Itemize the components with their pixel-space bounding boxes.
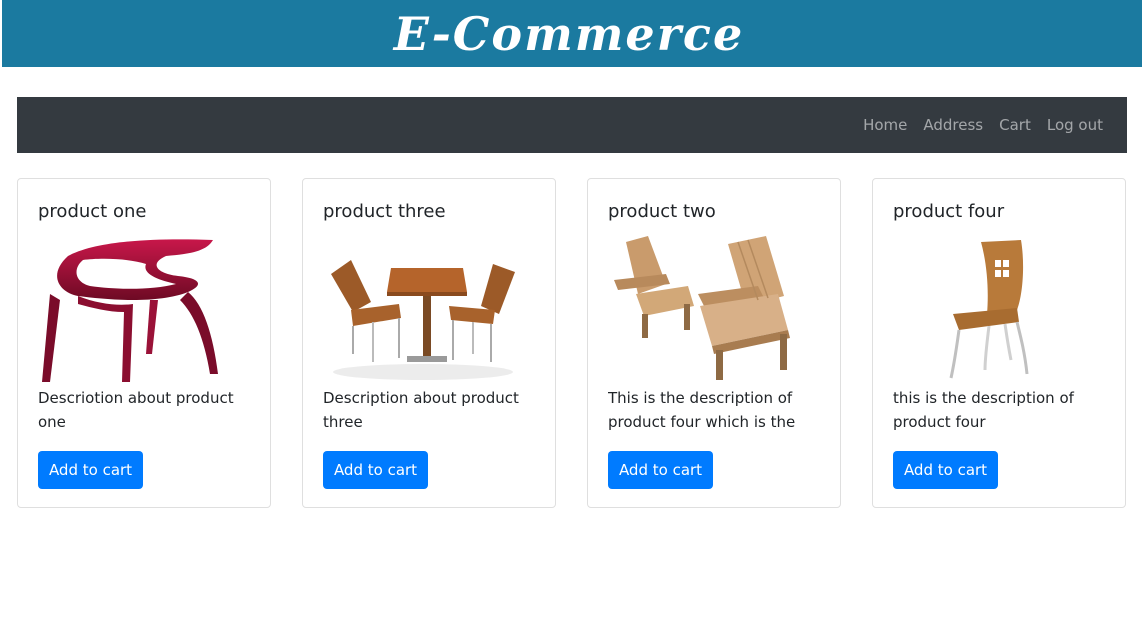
wooden-chair-image	[949, 240, 1029, 379]
product-description: this is the description of product four	[893, 389, 1074, 431]
add-to-cart-button[interactable]: Add to cart	[323, 451, 428, 489]
nav-link-address[interactable]: Address	[923, 116, 983, 134]
nav-link-cart[interactable]: Cart	[999, 116, 1031, 134]
nav-link-logout[interactable]: Log out	[1047, 116, 1103, 134]
product-card: product one Descriotion about product on…	[17, 178, 271, 508]
product-title: product three	[323, 201, 446, 222]
nav-link-home[interactable]: Home	[863, 116, 907, 134]
patio-table-set-image	[331, 260, 515, 380]
product-card: product four this is the description of …	[872, 178, 1126, 508]
product-title: product one	[38, 201, 147, 222]
product-title: product two	[608, 201, 716, 222]
adirondack-chairs-image	[614, 236, 790, 380]
site-logo-title: E-Commerce	[393, 6, 745, 61]
add-to-cart-button[interactable]: Add to cart	[38, 451, 143, 489]
add-to-cart-button[interactable]: Add to cart	[608, 451, 713, 489]
add-to-cart-button[interactable]: Add to cart	[893, 451, 998, 489]
product-title: product four	[893, 201, 1005, 222]
product-card: product three Description about product …	[302, 178, 556, 508]
navbar: Home Address Cart Log out	[17, 97, 1127, 153]
product-description: Descriotion about product one	[38, 389, 234, 431]
product-description: Description about product three	[323, 389, 519, 431]
product-card: product two This is the description of p…	[587, 178, 841, 508]
site-banner: E-Commerce	[2, 0, 1142, 67]
red-chair-image	[42, 239, 218, 382]
product-description: This is the description of product four …	[608, 389, 796, 431]
